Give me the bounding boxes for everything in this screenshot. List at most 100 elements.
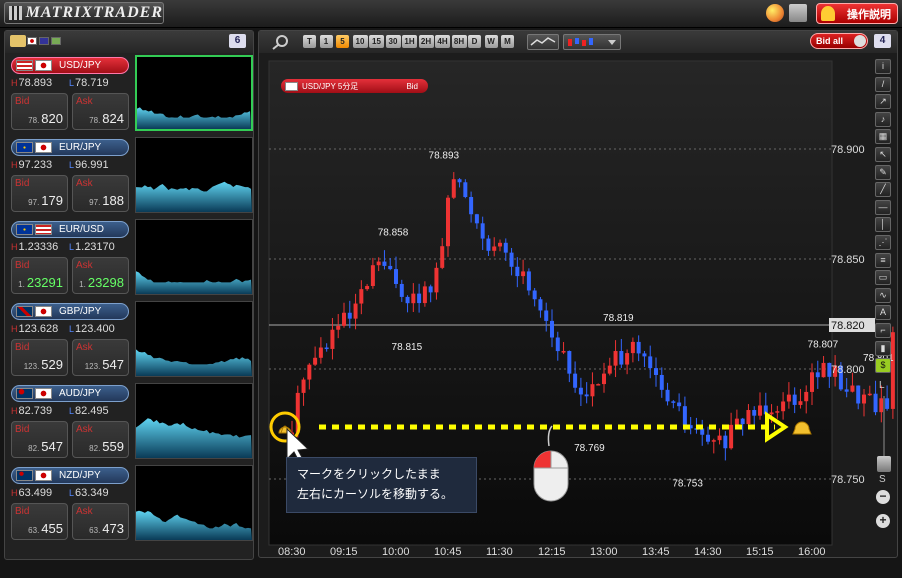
bid-quote-button[interactable]: Bid 82. 547	[11, 421, 68, 458]
candle-body	[451, 179, 456, 198]
rect-tool-icon[interactable]: ▭	[875, 270, 891, 286]
ask-quote-button[interactable]: Ask 63. 473	[72, 503, 129, 540]
timeframe-button[interactable]: 5	[336, 35, 349, 48]
pen-tool-icon[interactable]: ✎	[875, 164, 891, 180]
sparkline-chart[interactable]	[135, 383, 253, 459]
fibo-tool-icon[interactable]: ▦	[875, 129, 891, 145]
bell-tool-icon[interactable]: ♪	[875, 111, 891, 127]
candle-body	[740, 418, 745, 425]
bid-label: Bid	[15, 96, 30, 107]
logo-grid-icon	[9, 6, 22, 20]
sparkline-chart[interactable]	[135, 465, 253, 541]
pair-tag[interactable]: EUR/USD	[11, 221, 129, 238]
folder-icon[interactable]	[10, 35, 26, 47]
timeframe-button[interactable]: D	[468, 35, 481, 48]
pair-tag[interactable]: NZD/JPY	[11, 467, 129, 484]
candle-body	[399, 283, 404, 297]
timeframe-button[interactable]: 2H	[418, 35, 434, 48]
chart-count-badge[interactable]: 4	[874, 34, 891, 48]
timeframe-button[interactable]: W	[484, 35, 498, 48]
sparkline-chart[interactable]	[135, 137, 253, 213]
sparkline-chart[interactable]	[135, 219, 253, 295]
pair-tag[interactable]: GBP/JPY	[11, 303, 129, 320]
info-tool-icon[interactable]: i	[875, 59, 891, 74]
candle-chart-type-button[interactable]	[563, 34, 621, 50]
bid-quote-button[interactable]: Bid 1. 23291	[11, 257, 68, 294]
zoom-slider[interactable]: L S − +	[876, 380, 892, 530]
slider-handle[interactable]	[877, 456, 891, 472]
timeframe-button[interactable]: 4H	[435, 35, 450, 48]
ask-quote-button[interactable]: Ask 82. 559	[72, 421, 129, 458]
timeframe-button[interactable]: 10	[352, 35, 368, 48]
timeframe-button[interactable]: 1	[319, 35, 333, 48]
currency-pair-row[interactable]: EUR/USD H1.23336 L1.23170 Bid 1. 23291 Ask 1. 23…	[9, 219, 253, 297]
bid-quote-button[interactable]: Bid 63. 455	[11, 503, 68, 540]
slider-track[interactable]	[883, 396, 885, 458]
pair-tag[interactable]: USD/JPY	[11, 57, 129, 74]
hline-tool-icon[interactable]: —	[875, 199, 891, 215]
arrow-tool-icon[interactable]: ↗	[875, 94, 891, 110]
candle-body	[446, 197, 450, 247]
currency-pair-row[interactable]: USD/JPY H78.893 L78.719 Bid 78. 820 Ask 78. 824	[9, 55, 253, 133]
zoom-in-icon[interactable]: +	[876, 514, 890, 528]
zoom-icon[interactable]	[271, 34, 291, 50]
high-price: H63.499	[11, 487, 52, 499]
pair-tag[interactable]: EUR/JPY	[11, 139, 129, 156]
ask-quote-button[interactable]: Ask 1. 23298	[72, 257, 129, 294]
brush-tool-icon[interactable]: ⌐	[875, 323, 891, 338]
trash-tool-icon[interactable]: ▮	[875, 340, 891, 356]
candle-body	[411, 293, 416, 304]
timeframe-button[interactable]: 15	[369, 35, 384, 48]
pair-count-badge[interactable]: 6	[229, 34, 246, 48]
timeframe-button[interactable]: 8H	[451, 35, 467, 48]
line-chart-type-button[interactable]	[527, 34, 559, 50]
order-tool-icon[interactable]: $	[875, 358, 891, 374]
bid-prefix: 63.	[28, 526, 40, 535]
ask-label: Ask	[76, 178, 93, 189]
bid-all-toggle[interactable]: Bid all	[810, 33, 868, 49]
help-button[interactable]: 操作説明	[816, 3, 898, 24]
cursor-tool-icon[interactable]: ↖	[875, 147, 891, 162]
bid-label: Bid	[15, 424, 30, 435]
text-tool-icon[interactable]: A	[875, 305, 891, 321]
currency-pair-row[interactable]: AUD/JPY H82.739 L82.495 Bid 82. 547 Ask 82. 559	[9, 383, 253, 461]
ask-quote-button[interactable]: Ask 97. 188	[72, 175, 129, 212]
channel-tool-icon[interactable]: ≡	[875, 252, 891, 268]
sparkline-chart[interactable]	[135, 301, 253, 377]
currency-pair-row[interactable]: EUR/JPY H97.233 L96.991 Bid 97. 179 Ask 97. 188	[9, 137, 253, 215]
candle-body	[786, 394, 791, 402]
zoom-out-icon[interactable]: −	[876, 490, 890, 504]
sparkline-chart[interactable]	[135, 55, 253, 131]
timeframe-button[interactable]: 1H	[402, 35, 417, 48]
timeframe-button[interactable]: T	[303, 35, 316, 48]
fan-tool-icon[interactable]: ⋰	[875, 235, 891, 250]
candle-body	[815, 372, 820, 378]
wave-tool-icon[interactable]: ∿	[875, 287, 891, 303]
palette-icon[interactable]	[766, 4, 784, 22]
ask-value: 63. 473	[89, 521, 124, 536]
timeframe-button[interactable]: M	[501, 35, 514, 48]
candle-body	[642, 353, 647, 357]
ask-prefix: 82.	[89, 444, 101, 453]
candle-body	[798, 401, 803, 405]
currency-pair-row[interactable]: NZD/JPY H63.499 L63.349 Bid 63. 455 Ask 63. 473	[9, 465, 253, 543]
bid-quote-button[interactable]: Bid 97. 179	[11, 175, 68, 212]
printer-icon[interactable]	[789, 4, 807, 22]
pair-tag[interactable]: AUD/JPY	[11, 385, 129, 402]
bid-prefix: 97.	[28, 198, 40, 207]
candle-body	[550, 320, 554, 338]
currency-pair-row[interactable]: GBP/JPY H123.628 L123.400 Bid 123. 529 Ask 123.…	[9, 301, 253, 379]
high-value: 1.23336	[18, 241, 59, 253]
ask-quote-button[interactable]: Ask 78. 824	[72, 93, 129, 130]
ask-quote-button[interactable]: Ask 123. 547	[72, 339, 129, 376]
ask-value: 123. 547	[85, 357, 124, 372]
bid-quote-button[interactable]: Bid 123. 529	[11, 339, 68, 376]
trend-tool-icon[interactable]: ╱	[875, 182, 891, 198]
candle-body	[602, 373, 606, 385]
vline-tool-icon[interactable]: │	[875, 217, 891, 233]
timeframe-button[interactable]: 30	[385, 35, 401, 48]
ask-label: Ask	[76, 424, 93, 435]
sparkline-area	[136, 349, 252, 376]
line-tool-icon[interactable]: /	[875, 76, 891, 92]
bid-quote-button[interactable]: Bid 78. 820	[11, 93, 68, 130]
